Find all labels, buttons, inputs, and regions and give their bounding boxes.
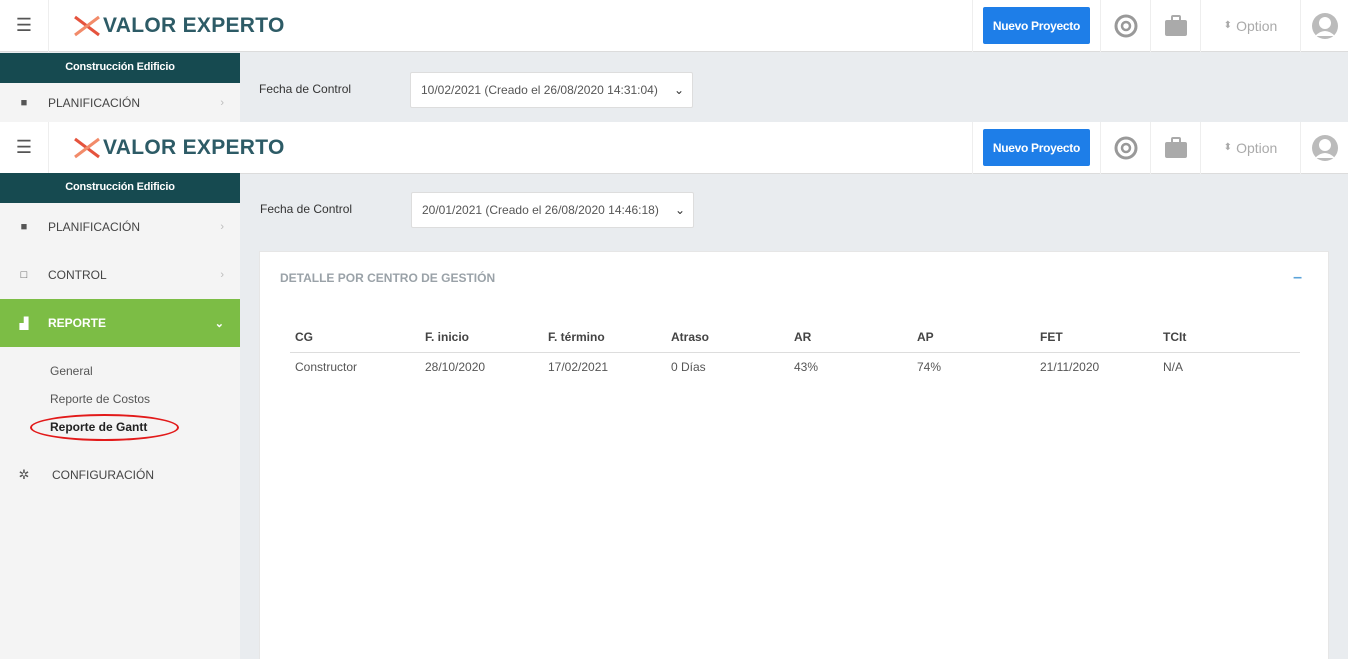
option-label: Option [1236, 17, 1278, 34]
sidebar-item-planificacion[interactable]: ■ PLANIFICACIÓN › [0, 203, 240, 251]
chevron-down-icon: ⌄ [673, 83, 684, 97]
gear-icon: ✲ [18, 467, 30, 482]
menu-icon[interactable]: ☰ [0, 0, 49, 52]
book-icon: ■ [20, 221, 28, 233]
table-row: Constructor 28/10/2020 17/02/2021 0 Días… [290, 352, 1300, 382]
detail-card: DETALLE POR CENTRO DE GESTIÓN – CG F. in… [259, 251, 1329, 659]
help-icon[interactable] [1100, 121, 1150, 174]
chevron-right-icon: › [220, 269, 224, 281]
column-header: TCIt [1158, 322, 1300, 353]
detail-table: CG F. inicio F. término Atraso AR AP FET… [290, 322, 1300, 382]
logo-x-icon [74, 137, 100, 158]
sidebar-item-label: PLANIFICACIÓN [48, 96, 141, 110]
chevron-right-icon: › [220, 97, 224, 109]
sidebar-item-label: CONTROL [48, 268, 107, 282]
column-header: Atraso [666, 322, 789, 353]
select-value: 10/02/2021 (Creado el 26/08/2020 14:31:0… [421, 83, 658, 97]
column-header: F. término [543, 322, 666, 353]
control-date-select[interactable]: 20/01/2021 (Creado el 26/08/2020 14:46:1… [411, 192, 694, 228]
brand-name: VALOR EXPERTO [103, 135, 285, 159]
chevron-down-icon: ⌄ [214, 317, 224, 330]
chevron-down-icon: ⌄ [674, 203, 685, 217]
new-project-button[interactable]: Nuevo Proyecto [982, 129, 1090, 166]
table-cell: 43% [794, 360, 819, 375]
select-value: 20/01/2021 (Creado el 26/08/2020 14:46:1… [422, 203, 659, 217]
project-header: Construcción Edificio [0, 173, 240, 203]
filter-label: Fecha de Control [260, 202, 353, 216]
briefcase-icon[interactable] [1150, 0, 1200, 52]
topbar: ☰ VALOR EXPERTO Nuevo Proyecto ⬍ Option [0, 121, 1348, 174]
sidebar-item-reporte[interactable]: ▟ REPORTE ⌄ [0, 299, 240, 347]
card-title: DETALLE POR CENTRO DE GESTIÓN [280, 271, 496, 285]
subnav-general[interactable]: General [50, 364, 93, 378]
sidebar-item-label: PLANIFICACIÓN [48, 220, 141, 234]
background-date-select[interactable]: 10/02/2021 (Creado el 26/08/2020 14:31:0… [410, 72, 693, 108]
background-topbar: ☰ VALOR EXPERTO Nuevo Proyecto ⬍ Option [0, 0, 1348, 52]
column-header: CG [290, 322, 420, 353]
help-icon[interactable] [1100, 0, 1150, 52]
column-header: AP [912, 322, 1035, 353]
table-header-row: CG F. inicio F. término Atraso AR AP FET… [290, 322, 1300, 353]
brand-logo: VALOR EXPERTO [73, 14, 285, 38]
table-cell: Constructor [295, 360, 358, 375]
highlight-ring [30, 414, 179, 441]
table-cell: 28/10/2020 [425, 360, 486, 375]
subnav-reporte-costos[interactable]: Reporte de Costos [50, 392, 150, 406]
briefcase-icon[interactable] [1150, 121, 1200, 174]
sort-icon: ⬍ [1223, 20, 1233, 31]
table-cell: N/A [1163, 360, 1184, 375]
column-header: AR [789, 322, 912, 353]
sidebar-item-configuracion[interactable]: ✲ CONFIGURACIÓN [0, 451, 240, 499]
avatar[interactable] [1300, 0, 1348, 52]
menu-icon[interactable]: ☰ [0, 121, 49, 174]
avatar[interactable] [1300, 121, 1348, 174]
column-header: FET [1035, 322, 1158, 353]
table-cell: 17/02/2021 [548, 360, 609, 375]
logo-x-icon [74, 15, 100, 36]
brand-logo: VALOR EXPERTO [73, 136, 285, 160]
sort-icon: ⬍ [1223, 142, 1233, 153]
brand-name: VALOR EXPERTO [103, 13, 285, 37]
column-header: F. inicio [420, 322, 543, 353]
sidebar-item-control[interactable]: □ CONTROL › [0, 251, 240, 299]
option-label: Option [1236, 139, 1278, 156]
collapse-icon[interactable]: – [1293, 269, 1302, 287]
background-filter-label: Fecha de Control [259, 82, 352, 96]
table-cell: 21/11/2020 [1040, 360, 1100, 375]
chart-icon: ▟ [19, 317, 29, 330]
option-dropdown[interactable]: ⬍ Option [1200, 121, 1300, 174]
background-sidebar-item-planificacion[interactable]: ■ PLANIFICACIÓN › [0, 83, 240, 123]
sidebar-item-label: CONFIGURACIÓN [52, 468, 154, 482]
sidebar-item-label: REPORTE [48, 316, 107, 330]
chevron-right-icon: › [220, 221, 224, 233]
table-cell: 74% [917, 360, 942, 375]
table-cell: 0 Días [671, 360, 706, 375]
clipboard-icon: □ [20, 269, 28, 281]
background-project-header: Construcción Edificio [0, 53, 240, 83]
book-icon: ■ [20, 97, 28, 109]
option-dropdown[interactable]: ⬍ Option [1200, 0, 1300, 52]
new-project-button[interactable]: Nuevo Proyecto [982, 7, 1090, 44]
